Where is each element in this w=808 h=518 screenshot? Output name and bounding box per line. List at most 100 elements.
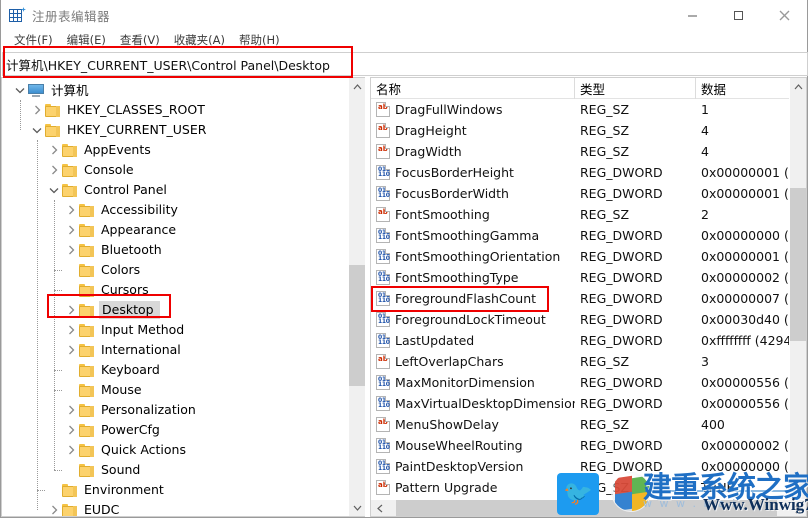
table-row[interactable]: 011 110 FocusBorderWidth REG_DWORD 0x0000000…: [371, 183, 789, 204]
chevron-right-icon[interactable]: [46, 500, 62, 516]
tree-node[interactable]: 计算机: [2, 80, 348, 100]
window-resize-grip[interactable]: [789, 500, 806, 516]
value-name-cell: 011 110 FocusBorderHeight: [371, 165, 575, 180]
content-split: 计算机 HKEY_CLASSES_ROOT HKEY_CURRENT_USER App…: [1, 77, 807, 517]
menu-favorites[interactable]: 收藏夹(A): [167, 30, 232, 51]
table-row[interactable]: 011 110 LastUpdated REG_DWORD 0xffffffff (42…: [371, 330, 789, 351]
close-button[interactable]: [761, 0, 807, 30]
table-row[interactable]: ab DragWidth REG_SZ 4: [371, 141, 789, 162]
chevron-right-icon[interactable]: [63, 220, 79, 240]
chevron-right-icon[interactable]: [29, 100, 45, 120]
tree-vertical-scrollbar[interactable]: [348, 78, 365, 516]
chevron-right-icon[interactable]: [63, 300, 79, 320]
chevron-right-icon[interactable]: [46, 160, 62, 180]
tree-node[interactable]: Environment: [2, 480, 348, 500]
dword-value-icon: 011 110: [376, 249, 390, 264]
registry-tree[interactable]: 计算机 HKEY_CLASSES_ROOT HKEY_CURRENT_USER App…: [2, 78, 348, 516]
dword-value-icon: 011 110: [376, 375, 390, 390]
column-header-type[interactable]: 类型: [575, 78, 696, 99]
menu-edit[interactable]: 编辑(E): [60, 30, 113, 51]
tree-leaf-spacer: [46, 480, 62, 500]
values-hscroll-thumb[interactable]: [396, 500, 777, 516]
column-header-name[interactable]: 名称: [371, 78, 575, 99]
value-name: DragHeight: [395, 123, 467, 138]
chevron-right-icon[interactable]: [63, 240, 79, 260]
value-type-cell: REG_DWORD: [580, 396, 663, 411]
tree-guide-tick: [54, 470, 62, 471]
value-type-cell: REG_SZ: [580, 144, 630, 159]
string-value-icon: ab: [376, 354, 390, 369]
registry-tree-pane: 计算机 HKEY_CLASSES_ROOT HKEY_CURRENT_USER App…: [1, 77, 365, 517]
tree-node-label: Appearance: [101, 222, 177, 237]
value-name-cell: ab DragWidth: [371, 144, 575, 159]
value-type-cell: REG_DWORD: [580, 186, 663, 201]
tree-node[interactable]: Console: [2, 160, 348, 180]
tree-scroll-down-icon[interactable]: [349, 499, 365, 516]
values-hscroll-track[interactable]: [388, 500, 789, 516]
folder-icon: [79, 363, 94, 377]
table-row[interactable]: 011 110 FontSmoothingOrientation REG_DWORD 0…: [371, 246, 789, 267]
address-input[interactable]: 计算机\HKEY_CURRENT_USER\Control Panel\Desk…: [2, 52, 808, 76]
table-row[interactable]: 011 110 FontSmoothingGamma REG_DWORD 0x00000…: [371, 225, 789, 246]
tree-node[interactable]: AppEvents: [2, 140, 348, 160]
chevron-down-icon[interactable]: [12, 80, 28, 100]
maximize-button[interactable]: [715, 0, 761, 30]
values-horizontal-scrollbar[interactable]: [371, 499, 806, 516]
chevron-right-icon[interactable]: [63, 320, 79, 340]
tree-node-label: EUDC: [84, 502, 120, 516]
tree-scroll-track[interactable]: [349, 95, 365, 499]
tree-node-label: International: [101, 342, 181, 357]
table-row[interactable]: ab MenuShowDelay REG_SZ 400: [371, 414, 789, 435]
tree-node-label: Personalization: [101, 402, 196, 417]
table-row[interactable]: 011 110 PaintDesktopVersion REG_DWORD 0x0000…: [371, 456, 789, 477]
tree-scroll-up-icon[interactable]: [349, 78, 365, 95]
table-row[interactable]: ab DragFullWindows REG_SZ 1: [371, 99, 789, 120]
menu-help[interactable]: 帮助(H): [232, 30, 287, 51]
tree-node[interactable]: EUDC: [2, 500, 348, 516]
chevron-right-icon[interactable]: [63, 200, 79, 220]
tree-node[interactable]: HKEY_CLASSES_ROOT: [2, 100, 348, 120]
minimize-button[interactable]: [669, 0, 715, 30]
values-vertical-scrollbar[interactable]: [789, 78, 806, 499]
tree-leaf-spacer: [63, 360, 79, 380]
chevron-right-icon[interactable]: [63, 420, 79, 440]
table-row[interactable]: 011 110 ForegroundFlashCount REG_DWORD 0x000…: [371, 288, 789, 309]
values-scroll-up-icon[interactable]: [790, 78, 806, 95]
column-header-data[interactable]: 数据: [696, 78, 789, 99]
value-data-cell: 400: [701, 417, 725, 432]
chevron-down-icon[interactable]: [46, 180, 62, 200]
values-scroll-left-icon[interactable]: [371, 500, 388, 516]
chevron-right-icon[interactable]: [63, 440, 79, 460]
tree-node[interactable]: HKEY_CURRENT_USER: [2, 120, 348, 140]
table-row[interactable]: 011 110 MaxMonitorDimension REG_DWORD 0x0000…: [371, 372, 789, 393]
folder-icon: [62, 183, 77, 197]
table-row[interactable]: ab LeftOverlapChars REG_SZ 3: [371, 351, 789, 372]
chevron-right-icon[interactable]: [46, 140, 62, 160]
tree-scroll-thumb[interactable]: [349, 264, 365, 386]
menu-file[interactable]: 文件(F): [7, 30, 60, 51]
value-type-cell: REG_DWORD: [580, 291, 663, 306]
folder-icon: [79, 223, 94, 237]
table-row[interactable]: ab FontSmoothing REG_SZ 2: [371, 204, 789, 225]
value-name: PaintDesktopVersion: [395, 459, 524, 474]
values-scroll-thumb[interactable]: [790, 187, 806, 342]
table-row[interactable]: 011 110 MouseWheelRouting REG_DWORD 0x000000…: [371, 435, 789, 456]
table-row[interactable]: 011 110 FontSmoothingType REG_DWORD 0x000000…: [371, 267, 789, 288]
menu-view[interactable]: 查看(V): [113, 30, 167, 51]
chevron-right-icon[interactable]: [63, 400, 79, 420]
value-data-cell: 0x00000001 (1): [701, 249, 789, 264]
tree-guide-tick: [54, 270, 62, 271]
table-row[interactable]: ab Pattern Upgrade REG_SZ TRUE: [371, 477, 789, 498]
chevron-right-icon[interactable]: [63, 340, 79, 360]
table-row[interactable]: 011 110 MaxVirtualDesktopDimension REG_DWOR…: [371, 393, 789, 414]
table-row[interactable]: 011 110 ForegroundLockTimeout REG_DWORD 0x00…: [371, 309, 789, 330]
window-title: 注册表编辑器: [32, 9, 111, 24]
registry-values-list[interactable]: ab DragFullWindows REG_SZ 1 ab DragHeight REG_…: [371, 99, 789, 499]
folder-icon: [79, 343, 94, 357]
chevron-down-icon[interactable]: [29, 120, 45, 140]
table-row[interactable]: 011 110 FocusBorderHeight REG_DWORD 0x000000…: [371, 162, 789, 183]
value-name: FontSmoothingOrientation: [395, 249, 561, 264]
tree-node[interactable]: Control Panel: [2, 180, 348, 200]
values-scroll-track[interactable]: [790, 95, 806, 499]
table-row[interactable]: ab DragHeight REG_SZ 4: [371, 120, 789, 141]
